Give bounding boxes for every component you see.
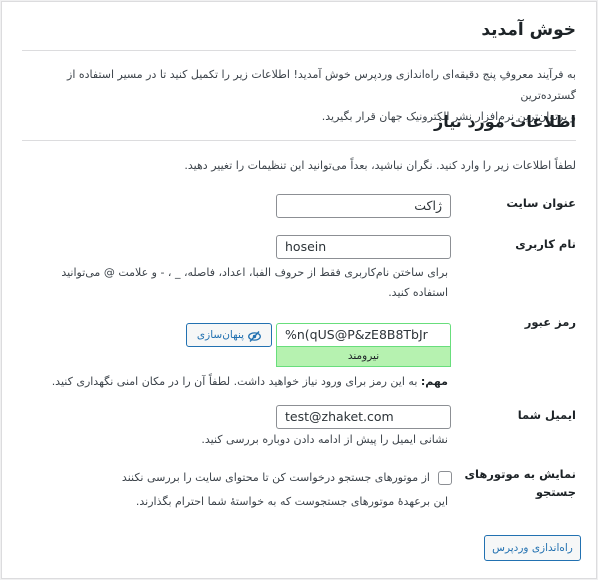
email-input[interactable]: test@zhaket.com xyxy=(276,405,451,429)
search-visibility-label-line-2: جستجو xyxy=(535,485,576,499)
hide-password-button[interactable]: پنهان‌سازی xyxy=(186,323,272,347)
setup-form-card: خوش آمدید به فرآیند معروفِ پنج دقیقه‌ای … xyxy=(1,1,597,579)
important-label: مهم: xyxy=(420,375,448,388)
required-info-heading: اطلاعات مورد نیاز xyxy=(434,112,576,131)
install-wordpress-button[interactable]: راه‌اندازی وردپرس xyxy=(484,535,581,561)
password-input[interactable]: %n(qUS@P&zE8B8TbJr xyxy=(276,323,451,347)
search-visibility-checkbox[interactable] xyxy=(438,471,452,485)
username-help-line-1: برای ساختن نام‌کاربری فقط از حروف الفبا،… xyxy=(61,266,448,279)
username-help-line-2: استفاده کنید. xyxy=(388,286,448,299)
welcome-heading: خوش آمدید xyxy=(481,20,576,40)
search-visibility-label-line-1: نمایش به موتورهای xyxy=(464,467,576,481)
hide-password-label: پنهان‌سازی xyxy=(196,329,245,341)
site-title-label: عنوان سایت xyxy=(506,196,576,210)
password-strength-meter: نیرومند xyxy=(276,347,451,367)
password-important-note: مهم: به این رمز برای ورود نیاز خواهید دا… xyxy=(28,372,448,392)
divider xyxy=(22,50,576,51)
search-visibility-label: نمایش به موتورهای جستجو xyxy=(461,465,576,501)
search-visibility-checkbox-label[interactable]: از موتورهای جستجو درخواست کن تا محتوای س… xyxy=(20,468,430,488)
username-input[interactable]: hosein xyxy=(276,235,451,259)
site-title-input[interactable]: ژاکت xyxy=(276,194,451,218)
username-label: نام کاربری xyxy=(515,237,576,251)
required-info-description: لطفاً اطلاعات زیر را وارد کنید. نگران نب… xyxy=(184,159,576,172)
eye-slash-icon xyxy=(248,329,262,342)
search-visibility-help: این برعهدهٔ موتورهای جستجوست که به خواست… xyxy=(135,495,448,508)
important-text: به این رمز برای ورود نیاز خواهید داشت. ل… xyxy=(51,375,418,388)
email-label: ایمیل شما xyxy=(517,408,576,422)
password-label: رمز عبور xyxy=(524,315,576,329)
email-help: نشانی ایمیل را پیش از ادامه دادن دوباره … xyxy=(201,433,448,446)
username-help: برای ساختن نام‌کاربری فقط از حروف الفبا،… xyxy=(28,263,448,303)
divider xyxy=(22,140,576,141)
intro-line-1: به فرآیند معروفِ پنج دقیقه‌ای راه‌اندازی… xyxy=(67,68,576,102)
